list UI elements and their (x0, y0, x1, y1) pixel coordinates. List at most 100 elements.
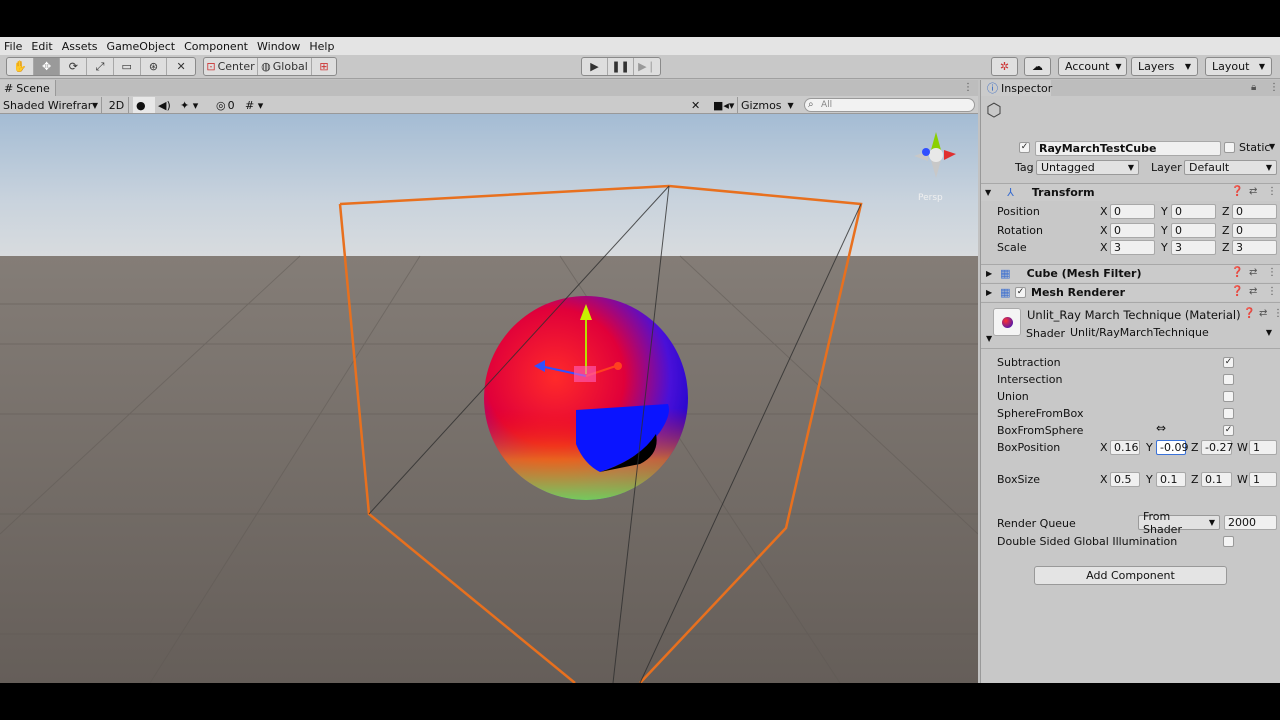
custom-tool-button[interactable]: ✕ (167, 58, 195, 75)
lock-icon[interactable]: 🔒︎ (1251, 82, 1256, 93)
axis-z-label: Z (1191, 441, 1199, 454)
menu-file[interactable]: File (4, 40, 22, 53)
draw-mode-dropdown[interactable]: Shaded Wireframe▼ (0, 97, 102, 113)
object-name-field[interactable]: RayMarchTestCube (1035, 141, 1221, 156)
layers-dropdown[interactable]: Layers ▼ (1131, 57, 1198, 76)
scale-z-field[interactable]: 3 (1232, 240, 1277, 255)
presets-icon[interactable]: ⇄ (1259, 308, 1267, 319)
pivot-space-button[interactable]: ◍ Global (258, 58, 312, 75)
layers-label: Layers (1138, 60, 1175, 73)
hidden-objects-toggle[interactable]: ◎ 0 (213, 97, 241, 113)
layer-dropdown[interactable]: Default ▼ (1184, 160, 1277, 175)
render-queue-dropdown[interactable]: From Shader ▼ (1138, 510, 1220, 536)
dsgi-checkbox[interactable] (1223, 536, 1234, 547)
intersection-label: Intersection (997, 373, 1063, 386)
component-menu-icon[interactable]: ⋮ (1273, 308, 1280, 319)
audio-toggle[interactable]: ◀) (155, 97, 177, 113)
help-icon[interactable]: ❓ (1231, 186, 1243, 197)
subtraction-checkbox[interactable]: ✓ (1223, 357, 1234, 368)
presets-icon[interactable]: ⇄ (1249, 286, 1257, 297)
camera-button[interactable]: ■◂▾ (710, 97, 736, 113)
axis-z-label: Z (1222, 224, 1230, 237)
menu-edit[interactable]: Edit (31, 40, 52, 53)
component-menu-icon[interactable]: ⋮ (1267, 186, 1277, 197)
shader-dropdown[interactable]: Unlit/RayMarchTechnique ▼ (1066, 325, 1276, 340)
transform-tool-button[interactable]: ⊛ (141, 58, 168, 75)
rect-tool-button[interactable]: ▭ (114, 58, 141, 75)
lighting-toggle[interactable]: ● (133, 97, 155, 113)
static-checkbox[interactable] (1224, 142, 1235, 153)
step-button[interactable]: ▶❘ (634, 58, 660, 75)
rotate-tool-button[interactable]: ⟳ (60, 58, 88, 75)
snap-button[interactable]: ⊞ (312, 58, 336, 75)
play-icon: ▶ (590, 60, 599, 73)
pivot-mode-button[interactable]: ⊡ Center (204, 58, 258, 75)
rotation-z-field[interactable]: 0 (1232, 223, 1277, 238)
play-button[interactable]: ▶ (582, 58, 609, 75)
move-tool-button[interactable]: ✥ (33, 58, 61, 75)
union-checkbox[interactable] (1223, 391, 1234, 402)
render-queue-field[interactable]: 2000 (1224, 515, 1277, 530)
cloud-button[interactable]: ☁ (1024, 57, 1051, 76)
persp-label[interactable]: Persp (918, 193, 943, 203)
tab-inspector[interactable]: ⓘ Inspector (981, 80, 1052, 96)
pivot-controls: ⊡ Center ◍ Global ⊞ (203, 57, 337, 76)
component-menu-icon[interactable]: ⋮ (1267, 267, 1277, 278)
scene-search-input[interactable]: All (804, 98, 975, 112)
tools-icon: ✕ (691, 98, 701, 112)
menu-window[interactable]: Window (257, 40, 300, 53)
active-checkbox[interactable]: ✓ (1019, 142, 1030, 153)
layout-dropdown[interactable]: Layout ▼ (1205, 57, 1272, 76)
add-component-button[interactable]: Add Component (1034, 566, 1227, 585)
help-icon[interactable]: ❓ (1243, 308, 1255, 319)
menu-component[interactable]: Component (184, 40, 248, 53)
account-dropdown[interactable]: Account ▼ (1058, 57, 1127, 76)
scene-tools-button[interactable]: ✕ (688, 97, 708, 113)
tab-menu-icon[interactable]: ⋮ (963, 82, 973, 93)
toggle-2d-button[interactable]: 2D (105, 97, 129, 113)
position-y-field[interactable]: 0 (1171, 204, 1216, 219)
tab-scene[interactable]: # Scene (0, 80, 56, 96)
mesh-renderer-enabled-checkbox[interactable]: ✓ (1015, 287, 1026, 298)
scale-x-field[interactable]: 3 (1110, 240, 1155, 255)
rotation-x-field[interactable]: 0 (1110, 223, 1155, 238)
foldout-open-icon[interactable]: ▼ (986, 334, 992, 343)
component-menu-icon[interactable]: ⋮ (1267, 286, 1277, 297)
tag-dropdown[interactable]: Untagged ▼ (1036, 160, 1139, 175)
presets-icon[interactable]: ⇄ (1249, 267, 1257, 278)
box-size-x-field[interactable]: 0.5 (1110, 472, 1140, 487)
scene-viewport[interactable]: Persp (0, 114, 978, 683)
tab-menu-icon[interactable]: ⋮ (1269, 82, 1279, 93)
pause-button[interactable]: ❚❚ (608, 58, 635, 75)
box-position-y-field[interactable]: -0.09 (1156, 440, 1188, 455)
scale-tool-button[interactable]: ⤢ (87, 58, 114, 75)
box-size-z-field[interactable]: 0.1 (1201, 472, 1232, 487)
scale-y-field[interactable]: 3 (1171, 240, 1216, 255)
hand-tool-button[interactable]: ✋ (7, 58, 34, 75)
move-icon: ✥ (41, 60, 52, 73)
axis-y-label: Y (1161, 224, 1168, 237)
position-x-field[interactable]: 0 (1110, 204, 1155, 219)
position-z-field[interactable]: 0 (1232, 204, 1277, 219)
menu-help[interactable]: Help (309, 40, 334, 53)
gizmos-dropdown[interactable]: Gizmos ▼ (737, 97, 797, 113)
sphere-from-box-checkbox[interactable] (1223, 408, 1234, 419)
axis-x-label: X (1100, 205, 1108, 218)
box-size-w-field[interactable]: 1 (1249, 472, 1277, 487)
box-from-sphere-checkbox[interactable]: ✓ (1223, 425, 1234, 436)
intersection-checkbox[interactable] (1223, 374, 1234, 385)
menu-assets[interactable]: Assets (62, 40, 98, 53)
help-icon[interactable]: ❓ (1231, 286, 1243, 297)
rotation-y-field[interactable]: 0 (1171, 223, 1216, 238)
grid-toggle[interactable]: # ▾ (242, 97, 276, 113)
effects-toggle[interactable]: ✦ ▾ (177, 97, 211, 113)
box-position-x-field[interactable]: 0.16 (1110, 440, 1140, 455)
collab-button[interactable]: ✲ (991, 57, 1018, 76)
presets-icon[interactable]: ⇄ (1249, 186, 1257, 197)
help-icon[interactable]: ❓ (1231, 267, 1243, 278)
chevron-down-icon[interactable]: ▼ (1269, 142, 1275, 151)
box-position-z-field[interactable]: -0.27 (1201, 440, 1233, 455)
box-size-y-field[interactable]: 0.1 (1156, 472, 1186, 487)
menu-gameobject[interactable]: GameObject (107, 40, 176, 53)
box-position-w-field[interactable]: 1 (1249, 440, 1277, 455)
